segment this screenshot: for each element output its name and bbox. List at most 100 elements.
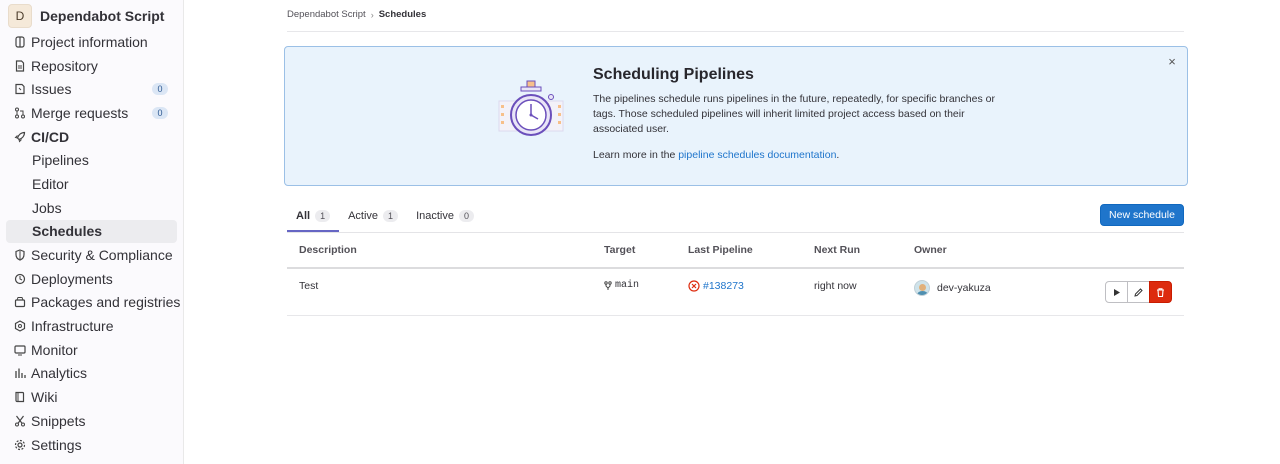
sidebar-item-label: CI/CD [31, 128, 70, 145]
tab-label: All [296, 210, 311, 222]
sidebar-item-label: Jobs [32, 199, 62, 216]
sidebar-item-project-information[interactable]: Project information [0, 30, 183, 54]
deployments-icon [14, 273, 26, 285]
sidebar-item-schedules[interactable]: Schedules [6, 219, 177, 244]
tab-inactive[interactable]: Inactive 0 [407, 200, 483, 232]
sidebar-item-deployments[interactable]: Deployments [0, 267, 183, 291]
edit-button[interactable] [1127, 281, 1150, 303]
sidebar-item-label: Deployments [31, 270, 113, 287]
header-divider [287, 31, 1184, 32]
table-row: Test main #138273 right now dev-yakuza [287, 269, 1184, 316]
sidebar-item-repository[interactable]: Repository [0, 54, 183, 78]
sidebar-item-ci-cd[interactable]: CI/CD [0, 125, 183, 149]
sidebar-item-label: Schedules [32, 223, 103, 240]
delete-button[interactable] [1149, 281, 1172, 303]
sidebar-item-wiki[interactable]: Wiki [0, 385, 183, 409]
project-header[interactable]: D Dependabot Script [8, 2, 183, 30]
tab-count-badge: 1 [383, 210, 399, 222]
sidebar-item-monitor[interactable]: Monitor [0, 338, 183, 362]
target-branch[interactable]: main [615, 280, 639, 291]
sidebar-nav: Project information Repository Issues 0 … [0, 30, 183, 456]
trash-icon [1157, 287, 1164, 297]
last-pipeline[interactable]: #138273 [688, 280, 744, 292]
doc-icon [14, 59, 26, 72]
schedule-owner[interactable]: dev-yakuza [914, 280, 991, 296]
sidebar-item-label: Repository [31, 57, 98, 74]
pencil-icon [1134, 287, 1143, 297]
sidebar-item-label: Project information [31, 33, 148, 50]
new-schedule-button[interactable]: New schedule [1100, 204, 1184, 226]
monitor-icon [14, 344, 26, 356]
sidebar-item-settings[interactable]: Settings [0, 433, 183, 457]
header-description: Description [299, 244, 357, 256]
sidebar-item-jobs[interactable]: Jobs [0, 196, 183, 220]
branch-icon [604, 280, 612, 290]
schedules-table: Description Target Last Pipeline Next Ru… [287, 233, 1184, 316]
sidebar-item-label: Issues [31, 81, 72, 98]
tab-label: Inactive [416, 210, 454, 222]
sidebar-item-label: Infrastructure [31, 318, 114, 335]
breadcrumb-separator-icon: › [370, 9, 374, 20]
sidebar-item-label: Packages and registries [31, 294, 181, 311]
scheduling-pipelines-alert: Scheduling Pipelines The pipelines sched… [284, 46, 1188, 186]
play-icon [1114, 288, 1120, 296]
stopwatch-illustration-icon [498, 80, 564, 136]
sidebar-item-editor[interactable]: Editor [0, 172, 183, 196]
infrastructure-icon [14, 320, 26, 332]
book-icon [14, 391, 26, 403]
header-owner: Owner [914, 244, 947, 256]
sidebar-item-pipelines[interactable]: Pipelines [0, 148, 183, 172]
tab-active[interactable]: Active 1 [339, 200, 407, 232]
gear-icon [14, 439, 26, 451]
schedule-description: Test [299, 280, 319, 292]
sidebar: D Dependabot Script Project information … [0, 0, 184, 464]
play-button[interactable] [1105, 281, 1128, 303]
breadcrumb-current[interactable]: Schedules [379, 9, 427, 20]
merge-requests-count-badge: 0 [152, 107, 168, 120]
avatar[interactable] [914, 280, 930, 296]
sidebar-item-security-compliance[interactable]: Security & Compliance [0, 243, 183, 267]
failed-status-icon [688, 280, 700, 292]
learn-more-prefix: Learn more in the [593, 149, 679, 161]
tab-count-badge: 1 [315, 210, 331, 222]
learn-more-suffix: . [836, 149, 840, 161]
alert-title: Scheduling Pipelines [593, 66, 754, 83]
issues-count-badge: 0 [152, 83, 168, 96]
tab-label: Active [348, 210, 379, 222]
sidebar-item-label: Security & Compliance [31, 247, 173, 264]
next-run: right now [814, 280, 857, 292]
tab-all[interactable]: All 1 [287, 200, 340, 232]
sidebar-item-issues[interactable]: Issues 0 [0, 77, 183, 101]
package-icon [14, 296, 26, 308]
sidebar-item-label: Pipelines [32, 152, 89, 169]
close-icon[interactable]: × [1165, 55, 1179, 69]
breadcrumb-parent[interactable]: Dependabot Script [287, 9, 366, 20]
sidebar-item-packages-registries[interactable]: Packages and registries [0, 291, 183, 315]
issues-icon [14, 83, 26, 95]
owner-name[interactable]: dev-yakuza [937, 282, 991, 294]
table-header-row: Description Target Last Pipeline Next Ru… [287, 233, 1184, 269]
header-next-run: Next Run [814, 244, 861, 256]
merge-request-icon [14, 107, 26, 119]
project-icon [14, 36, 26, 48]
project-avatar: D [8, 4, 32, 28]
sidebar-item-label: Monitor [31, 341, 78, 358]
pipeline-id-link[interactable]: #138273 [703, 280, 744, 292]
schedule-target: main [604, 280, 639, 291]
sidebar-item-label: Merge requests [31, 104, 129, 121]
header-target: Target [604, 244, 636, 256]
sidebar-item-merge-requests[interactable]: Merge requests 0 [0, 101, 183, 125]
schedule-tabs: All 1 Active 1 Inactive 0 [287, 200, 483, 232]
tab-count-badge: 0 [458, 210, 474, 222]
sidebar-item-snippets[interactable]: Snippets [0, 409, 183, 433]
pipeline-schedules-docs-link[interactable]: pipeline schedules documentation [678, 149, 836, 161]
sidebar-item-analytics[interactable]: Analytics [0, 362, 183, 386]
snippet-icon [14, 415, 26, 427]
alert-body: The pipelines schedule runs pipelines in… [593, 93, 995, 135]
sidebar-item-infrastructure[interactable]: Infrastructure [0, 314, 183, 338]
rocket-icon [14, 131, 26, 143]
main-content: Dependabot Script › Schedules Scheduling… [184, 0, 1280, 464]
sidebar-item-label: Snippets [31, 412, 86, 429]
project-name: Dependabot Script [40, 8, 165, 24]
sidebar-item-label: Settings [31, 436, 82, 453]
